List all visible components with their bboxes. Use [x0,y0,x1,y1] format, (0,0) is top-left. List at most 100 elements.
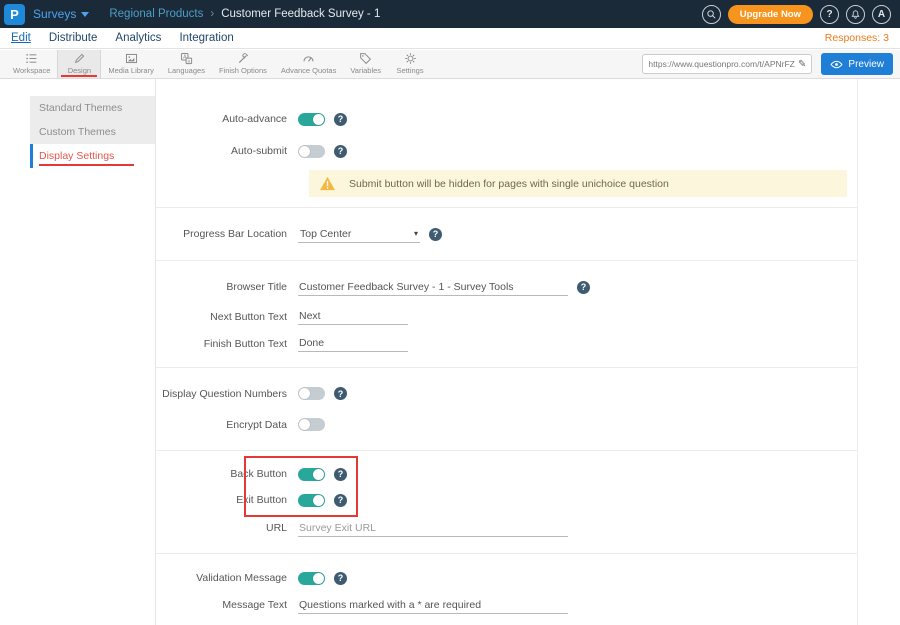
sidebar-item-label: Standard Themes [39,102,122,114]
display-question-numbers-row: Display Question Numbers [156,378,857,409]
advance-quotas-icon [302,52,315,65]
tool-label: Variables [350,66,381,75]
toggle-knob [313,573,324,584]
social-network-toolbar-row: Social Network Toolbar [156,618,857,625]
auto-submit-toggle[interactable] [298,145,325,158]
divider [156,260,857,261]
design-sidebar: Standard Themes Custom Themes Display Se… [30,96,156,168]
tool-languages[interactable]: A a Languages [161,50,212,78]
finish-button-text-row: Finish Button Text [156,330,857,357]
tool-label: Workspace [13,66,50,75]
back-button-label: Back Button [156,468,298,480]
help-icon[interactable] [334,468,347,481]
auto-advance-toggle[interactable] [298,113,325,126]
sidebar-item-display-settings[interactable]: Display Settings [30,144,156,168]
message-text-label: Message Text [156,599,298,611]
help-icon[interactable] [334,494,347,507]
questionpro-logo[interactable]: P [4,4,25,25]
bell-icon [850,9,861,20]
browser-title-label: Browser Title [156,281,298,293]
browser-title-input[interactable] [298,279,568,296]
edit-toolbar: Workspace Design Media Library A a Langu… [0,50,900,79]
surveys-menu[interactable]: Surveys [33,7,89,21]
chevron-down-icon [81,12,89,17]
tool-design[interactable]: Design [57,50,101,78]
finish-options-icon [236,52,249,65]
avatar[interactable]: A [872,5,891,24]
help-icon[interactable] [334,145,347,158]
back-button-row: Back Button [156,461,857,487]
breadcrumb-folder[interactable]: Regional Products [109,8,203,20]
chevron-down-icon [414,229,418,238]
help-icon[interactable] [429,228,442,241]
settings-icon [404,52,417,65]
tool-settings[interactable]: Settings [388,50,432,78]
nav-tab-integration[interactable]: Integration [179,32,233,44]
main-nav: Edit Distribute Analytics Integration Re… [0,28,900,49]
auto-submit-label: Auto-submit [156,145,298,157]
encrypt-data-label: Encrypt Data [156,419,298,431]
breadcrumb-separator: › [210,8,214,20]
preview-button[interactable]: Preview [821,53,893,75]
display-question-numbers-toggle[interactable] [298,387,325,400]
tool-finish-options[interactable]: Finish Options [212,50,274,78]
design-icon [73,52,86,65]
breadcrumb: Regional Products › Customer Feedback Su… [109,8,380,20]
validation-message-label: Validation Message [156,572,298,584]
preview-button-label: Preview [848,59,884,70]
search-button[interactable] [702,5,721,24]
message-text-row: Message Text [156,592,857,618]
sidebar-item-custom-themes[interactable]: Custom Themes [30,120,156,144]
nav-tab-analytics[interactable]: Analytics [115,32,161,44]
progress-bar-location-row: Progress Bar Location Top Center [156,218,857,250]
encrypt-data-row: Encrypt Data [156,409,857,440]
help-icon[interactable] [334,387,347,400]
toggle-knob [313,495,324,506]
annotation-design-underline [61,75,97,77]
exit-button-toggle[interactable] [298,494,325,507]
sidebar-item-label: Display Settings [39,150,114,162]
exit-button-label: Exit Button [156,494,298,506]
tool-media-library[interactable]: Media Library [101,50,160,78]
display-settings-panel: Auto-advance Auto-submit Submit button w… [155,79,858,625]
edit-url-pencil-icon[interactable] [798,59,806,70]
exit-button-row: Exit Button [156,487,857,513]
notifications-button[interactable] [846,5,865,24]
display-question-numbers-label: Display Question Numbers [156,388,298,400]
validation-message-toggle[interactable] [298,572,325,585]
toggle-knob [299,146,310,157]
tool-workspace[interactable]: Workspace [6,50,57,78]
toggle-knob [313,469,324,480]
encrypt-data-toggle[interactable] [298,418,325,431]
nav-tab-edit[interactable]: Edit [11,32,31,44]
sidebar-item-label: Custom Themes [39,126,116,138]
responses-count[interactable]: Responses: 3 [825,32,889,44]
help-icon[interactable] [334,572,347,585]
progress-bar-location-select[interactable]: Top Center [298,226,420,243]
progress-bar-location-label: Progress Bar Location [156,228,298,240]
finish-button-text-input[interactable] [298,335,408,352]
upgrade-now-button[interactable]: Upgrade Now [728,5,813,24]
message-text-input[interactable] [298,597,568,614]
tool-label: Finish Options [219,66,267,75]
auto-submit-row: Auto-submit [156,135,857,167]
survey-url-box [642,54,812,74]
help-icon[interactable] [577,281,590,294]
back-button-toggle[interactable] [298,468,325,481]
next-button-text-input[interactable] [298,308,408,325]
exit-url-label: URL [156,522,298,534]
top-bar: P Surveys Regional Products › Customer F… [0,0,900,28]
tool-variables[interactable]: Variables [343,50,388,78]
help-icon[interactable] [334,113,347,126]
help-button[interactable]: ? [820,5,839,24]
progress-bar-location-value: Top Center [300,228,351,240]
nav-tab-distribute[interactable]: Distribute [49,32,98,44]
browser-title-row: Browser Title [156,271,857,303]
divider [156,553,857,554]
next-button-text-label: Next Button Text [156,311,298,323]
tool-label: Settings [397,66,424,75]
tool-advance-quotas[interactable]: Advance Quotas [274,50,343,78]
sidebar-item-standard-themes[interactable]: Standard Themes [30,96,156,120]
survey-url-input[interactable] [648,59,798,69]
exit-url-input[interactable] [298,520,568,537]
